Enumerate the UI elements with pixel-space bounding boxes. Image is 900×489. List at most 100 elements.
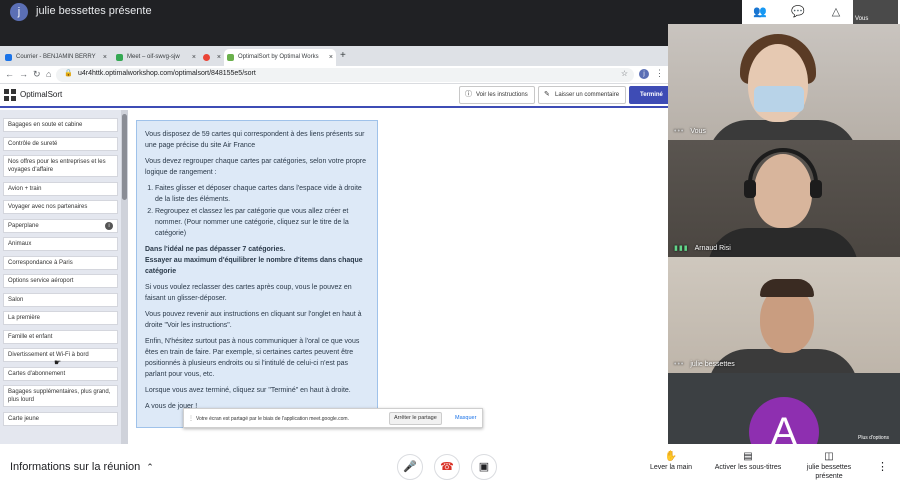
card-label: Avion + train [8, 185, 42, 192]
bookmark-star-icon[interactable]: ☆ [621, 69, 628, 78]
video-figure [810, 180, 822, 198]
card-label: Nos offres pour les entreprises et les v… [8, 159, 106, 173]
presenting-button[interactable]: ◫ julie bessettes présente [800, 452, 858, 481]
mouse-cursor-icon: ☛ [54, 358, 62, 367]
people-icon[interactable]: 👥 [752, 4, 768, 20]
card-item[interactable]: Correspondance à Paris [3, 255, 118, 270]
more-options-icon[interactable]: ⋮ [877, 460, 888, 473]
card-label: Salon [8, 296, 24, 303]
hand-icon: ✋ [664, 451, 678, 462]
participant-tile-julie[interactable]: ••• julie bessettes [668, 257, 900, 373]
card-item[interactable]: Nos offres pour les entreprises et les v… [3, 155, 118, 177]
profile-avatar[interactable]: j [639, 69, 649, 79]
meeting-info-button[interactable]: Informations sur la réunion ⌃ [10, 461, 154, 473]
reload-icon[interactable]: ↻ [33, 69, 41, 80]
stop-sharing-button[interactable]: Arrêter le partage [389, 412, 442, 425]
drag-handle-icon[interactable]: ⋮ [188, 415, 194, 422]
hang-up-icon: ☎ [440, 461, 454, 473]
url-field[interactable]: 🔒 u4r4httk.optimalworkshop.com/optimalso… [56, 68, 634, 82]
raise-hand-label: Lever la main [649, 464, 693, 471]
scrollbar-thumb[interactable] [122, 114, 127, 200]
forward-icon[interactable]: → [19, 69, 28, 79]
card-item[interactable]: Carte jeune [3, 411, 118, 426]
close-icon[interactable]: × [192, 49, 196, 66]
card-item[interactable]: Bagages en soute et cabine [3, 118, 118, 132]
instructions-step: Regroupez et classez les par catégorie q… [155, 206, 369, 239]
comment-icon: ✎ [544, 91, 550, 98]
tab-label: Courrier - BENJAMIN BERRY [16, 54, 96, 60]
view-instructions-button[interactable]: ⓘ Voir les instructions [459, 86, 535, 104]
instructions-intro: Vous disposez de 59 cartes qui correspon… [145, 131, 365, 149]
done-button[interactable]: Terminé [629, 86, 668, 104]
microphone-icon: 🎤 [403, 461, 417, 473]
participant-tile-a[interactable]: A Plus d'options [668, 373, 900, 445]
meet-icon [116, 54, 123, 61]
instructions-panel: Vous disposez de 59 cartes qui correspon… [136, 120, 378, 428]
browser-tab-strip: Courrier - BENJAMIN BERRY × Meet – oif-s… [0, 46, 668, 66]
chat-icon[interactable]: 💬 [790, 4, 806, 20]
tab-meet[interactable]: Meet – oif-swvg-sjw × [113, 49, 199, 66]
participant-name: ▮▮▮ Arnaud Risi [674, 245, 731, 252]
instructions-reclass: Si vous voulez reclasser des cartes aprè… [145, 284, 352, 302]
participant-tile-arnaud[interactable]: ▮▮▮ Arnaud Risi [668, 140, 900, 257]
card-item[interactable]: Salon [3, 292, 118, 307]
instructions-limit: Dans l'idéal ne pas dépasser 7 catégorie… [145, 246, 286, 253]
end-call-button[interactable]: ☎ [434, 454, 460, 480]
instructions-balance: Essayer au maximum d'équilibrer le nombr… [145, 257, 363, 275]
card-list-scrollbar[interactable] [121, 110, 128, 444]
self-thumbnail-label: Vous [855, 16, 869, 22]
raise-hand-button[interactable]: ✋ Lever la main [646, 452, 696, 472]
meeting-info-label: Informations sur la réunion [10, 461, 141, 473]
card-item[interactable]: Avion + train [3, 181, 118, 196]
participant-tile-self[interactable]: ••• Vous [668, 24, 900, 140]
card-item[interactable]: Voyager avec nos partenaires [3, 200, 118, 214]
subtitles-button[interactable]: ▤ Activer les sous-titres [710, 452, 786, 472]
self-thumbnail[interactable]: Vous [853, 0, 898, 24]
home-icon[interactable]: ⌂ [46, 69, 51, 79]
instructions-grouping: Vous devez regrouper chaque cartes par c… [145, 158, 367, 176]
info-icon[interactable]: i [105, 221, 113, 230]
close-icon[interactable]: × [103, 49, 107, 66]
card-label: Animaux [8, 241, 32, 247]
camera-button[interactable]: ▣ [471, 454, 497, 480]
lock-icon: 🔒 [64, 70, 73, 77]
close-icon[interactable]: × [329, 49, 333, 66]
activities-icon[interactable]: △ [828, 4, 844, 20]
card-item[interactable]: La première [3, 311, 118, 325]
tab-recording[interactable]: × [200, 49, 224, 66]
card-label: Divertissement et Wi-Fi à bord [8, 352, 89, 358]
new-tab-button[interactable]: + [340, 50, 346, 61]
app-header: OptimalSort ⓘ Voir les instructions ✎ La… [0, 84, 668, 108]
browser-menu-icon[interactable]: ⋮ [655, 68, 664, 79]
chevron-up-icon: ⌃ [146, 462, 154, 472]
card-item[interactable]: Bagages supplémentaires, plus grand, plu… [3, 385, 118, 407]
video-figure [760, 279, 814, 297]
participant-name: ••• julie bessettes [674, 361, 735, 368]
card-label: Bagages en soute et cabine [8, 122, 83, 128]
tab-label: Meet – oif-swvg-sjw [127, 54, 180, 60]
video-figure [754, 86, 804, 112]
record-icon [203, 54, 210, 61]
card-list: Bagages en soute et cabine Contrôle de su… [0, 118, 120, 444]
card-label: Voyager avec nos partenaires [8, 204, 88, 210]
hide-button[interactable]: Masquer [455, 415, 476, 421]
card-item[interactable]: Options service aéroport [3, 274, 118, 288]
participant-name: ••• Vous [674, 128, 706, 135]
close-icon[interactable]: × [217, 49, 221, 66]
video-figure [744, 180, 756, 198]
instructions-step: Faites glisser et déposer chaque cartes … [155, 183, 369, 205]
leave-comment-button[interactable]: ✎ Laisser un commentaire [538, 86, 627, 104]
card-item[interactable]: Contrôle de sureté [3, 136, 118, 151]
back-icon[interactable]: ← [5, 69, 14, 79]
tab-mail[interactable]: Courrier - BENJAMIN BERRY × [2, 49, 110, 66]
card-item[interactable]: Animaux [3, 237, 118, 251]
card-item[interactable]: Cartes d'abonnement [3, 366, 118, 381]
meet-top-bar: j julie bessettes présente 👥 💬 △ Vous [0, 0, 900, 24]
microphone-button[interactable]: 🎤 [397, 454, 423, 480]
card-item[interactable]: Paperplane i [3, 218, 118, 233]
top-right-toolbar: 👥 💬 △ Vous [742, 0, 900, 24]
card-item[interactable]: Famille et enfant [3, 329, 118, 344]
more-options-tooltip: Plus d'options [855, 434, 892, 442]
tab-optimalsort[interactable]: OptimalSort by Optimal Works × [224, 49, 336, 66]
card-label: Bagages supplémentaires, plus grand, plu… [8, 389, 111, 403]
